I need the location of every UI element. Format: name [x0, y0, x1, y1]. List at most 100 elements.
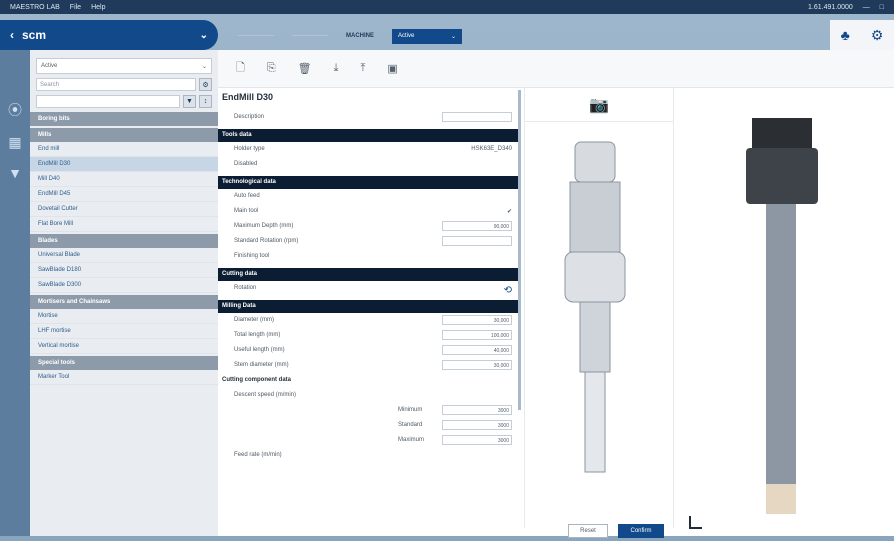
- tree-item[interactable]: LHF mortise: [30, 324, 218, 339]
- assign-icon[interactable]: ▣: [387, 62, 397, 75]
- library-select[interactable]: Active ⌄: [36, 58, 212, 74]
- rotation-row: Rotation ⟲: [218, 281, 520, 296]
- back-icon[interactable]: ‹: [10, 28, 14, 42]
- machine-select-value: Active: [398, 32, 415, 39]
- library-select-value: Active: [41, 63, 58, 69]
- min-input[interactable]: 3000: [442, 405, 512, 415]
- tree-section[interactable]: Special tools: [30, 356, 218, 370]
- tree-item[interactable]: Flat Bore Mill: [30, 217, 218, 232]
- auto-feed-row: Auto feed: [218, 189, 520, 204]
- chevron-down-icon: ⌄: [450, 33, 456, 40]
- tree-item[interactable]: Mill D40: [30, 172, 218, 187]
- tree-item-label: Marker Tool: [38, 374, 70, 380]
- tree-item-label: Vertical mortise: [38, 343, 80, 349]
- component-label: Cutting component data: [222, 377, 291, 383]
- export-icon[interactable]: ⤓: [334, 62, 339, 75]
- tree-section[interactable]: Mills: [30, 128, 218, 142]
- gear-icon[interactable]: ⚙: [871, 27, 884, 44]
- toolbar: 🗋 ⎘ 🗑 ⤓ ⤒ ▣: [218, 50, 894, 88]
- tree-item-label: SawBlade D300: [38, 282, 82, 288]
- tree-item[interactable]: EndMill D30: [30, 157, 218, 172]
- tree-section[interactable]: Boring bits: [30, 112, 218, 126]
- menu-help[interactable]: Help: [91, 4, 105, 11]
- feed-rate-label: Feed rate (m/min): [234, 452, 282, 458]
- rotation-icon[interactable]: ⟲: [504, 285, 512, 296]
- tree-item[interactable]: Marker Tool: [30, 370, 218, 385]
- delete-icon[interactable]: 🗑: [298, 62, 312, 75]
- title-bar: MAESTRO LAB File Help 1.61.491.0000 — □: [0, 0, 894, 14]
- section-tool-data: Tools data: [218, 129, 520, 142]
- tree-item[interactable]: Dovetail Cutter: [30, 202, 218, 217]
- tree-section[interactable]: Blades: [30, 234, 218, 248]
- tree-item-label: Mortise: [38, 313, 58, 319]
- location-icon[interactable]: ⦿: [8, 100, 22, 120]
- description-row: Description: [218, 110, 520, 125]
- scm-logo: scm: [22, 28, 47, 42]
- stem-diameter-row: Stem diameter (mm) 30,000: [218, 358, 520, 373]
- machine-select[interactable]: Active ⌄: [392, 28, 462, 44]
- filter-button[interactable]: ▼: [183, 95, 196, 108]
- std-rotation-row: Standard Rotation (rpm): [218, 234, 520, 249]
- tree-item[interactable]: Vertical mortise: [30, 339, 218, 354]
- std-rotation-input[interactable]: [442, 236, 512, 246]
- tree-item-label: SawBlade D180: [38, 267, 82, 273]
- tab-2[interactable]: ——————: [292, 33, 328, 39]
- main-tool-label: Main tool: [234, 208, 259, 214]
- tree-item[interactable]: EndMill D45: [30, 187, 218, 202]
- tab-1[interactable]: ——————: [238, 33, 274, 39]
- app-name: MAESTRO LAB: [10, 3, 60, 11]
- menu-file[interactable]: File: [70, 4, 81, 11]
- holder-select[interactable]: HSK63E_D340: [471, 146, 512, 157]
- useful-length-input[interactable]: 40,000: [442, 345, 512, 355]
- sort-button[interactable]: ↕: [199, 95, 212, 108]
- tab-machine[interactable]: MACHINE: [346, 33, 374, 39]
- tool-preview: 📷: [524, 88, 674, 528]
- top-bar: ‹ scm ⌄ —————— —————— MACHINE Active ⌄ ♣…: [0, 20, 894, 50]
- tree-item-label: EndMill D30: [38, 161, 71, 167]
- tree-item[interactable]: End mill: [30, 142, 218, 157]
- form-scrollbar[interactable]: [518, 90, 521, 410]
- section-cutting: Cutting data: [218, 268, 520, 281]
- minimize-button[interactable]: —: [863, 4, 870, 11]
- section-milling: Milling Data: [218, 300, 520, 313]
- description-label: Description: [234, 114, 265, 120]
- tree-item-label: EndMill D45: [38, 191, 71, 197]
- filter-icon[interactable]: ▼: [8, 165, 22, 181]
- user-info: 1.61.491.0000: [808, 3, 853, 11]
- stem-diameter-input[interactable]: 30,000: [442, 360, 512, 370]
- new-icon[interactable]: 🗋: [236, 59, 245, 78]
- chevron-down-icon: ⌄: [201, 64, 207, 70]
- tree-section[interactable]: Mortisers and Chainsaws: [30, 295, 218, 309]
- max-depth-input[interactable]: 90,000: [442, 221, 512, 231]
- tree-item-label: End mill: [38, 146, 60, 152]
- tool-3d-view: [680, 88, 894, 536]
- camera-icon[interactable]: 📷: [525, 88, 673, 122]
- diameter-label: Diameter (mm): [234, 317, 274, 323]
- diameter-input[interactable]: 30,000: [442, 315, 512, 325]
- tree-item[interactable]: SawBlade D300: [30, 278, 218, 293]
- grid-icon[interactable]: ▦: [8, 134, 21, 151]
- tree-item[interactable]: Universal Blade: [30, 248, 218, 263]
- max-depth-row: Maximum Depth (mm) 90,000: [218, 219, 520, 234]
- main-tool-row: Main tool ✔: [218, 204, 520, 219]
- main-panel: 🗋 ⎘ 🗑 ⤓ ⤒ ▣ EndMill D30 Description Tool…: [218, 50, 894, 538]
- check-icon[interactable]: ✔: [507, 208, 512, 219]
- maximize-button[interactable]: □: [880, 4, 884, 11]
- chevron-down-icon[interactable]: ⌄: [200, 30, 208, 41]
- tool-drawing: [564, 141, 626, 473]
- std-input[interactable]: 3000: [442, 420, 512, 430]
- std-row: Standard 3000: [218, 418, 520, 433]
- filter-input[interactable]: [36, 95, 180, 108]
- tree-item-label: Dovetail Cutter: [38, 206, 78, 212]
- import-icon[interactable]: ⤒: [361, 62, 366, 75]
- tools-icon[interactable]: ♣: [841, 27, 850, 43]
- tree-item[interactable]: Mortise: [30, 309, 218, 324]
- copy-icon[interactable]: ⎘: [267, 62, 276, 75]
- description-input[interactable]: [442, 112, 512, 122]
- total-length-input[interactable]: 100,000: [442, 330, 512, 340]
- useful-length-label: Useful length (mm): [234, 347, 285, 353]
- search-input[interactable]: Search: [36, 78, 196, 91]
- settings-button[interactable]: ⚙: [199, 78, 212, 91]
- max-input[interactable]: 3000: [442, 435, 512, 445]
- tree-item[interactable]: SawBlade D180: [30, 263, 218, 278]
